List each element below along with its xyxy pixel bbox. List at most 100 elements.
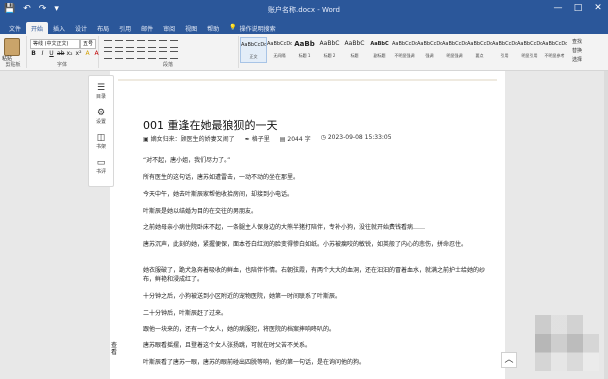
- review-button[interactable]: ▭ 书评: [89, 158, 113, 175]
- styles-gallery: AaBbCcDd 正文 AaBbCcDd 无间隔 AaBb 标题 1 AaBbC 标题 …: [240, 37, 567, 63]
- style-strong[interactable]: AaBbCcDd 要点: [467, 37, 492, 61]
- settings-label: 设置: [95, 119, 106, 125]
- maximize-button[interactable]: □: [572, 3, 584, 13]
- style-heading-1[interactable]: AaBb 标题 1: [292, 37, 317, 61]
- tell-me-search[interactable]: 💡 操作说明搜索: [224, 22, 281, 34]
- subscript-button[interactable]: x₂: [66, 50, 73, 57]
- tell-me-label: 操作说明搜索: [239, 26, 276, 33]
- paragraph-buttons-row1: [104, 40, 178, 48]
- tab-insert[interactable]: 插入: [48, 22, 70, 34]
- tab-view[interactable]: 视图: [180, 22, 202, 34]
- paragraph: 十分钟之后，小狗被送到小区附近的宠物医院，她第一时间联系了叶斯辰。: [143, 293, 342, 300]
- bullets-icon[interactable]: [104, 40, 112, 48]
- tab-layout[interactable]: 布局: [92, 22, 114, 34]
- view-side-label[interactable]: 查看: [111, 342, 119, 356]
- style-title[interactable]: AaBbC 标题: [342, 37, 367, 61]
- paragraph: 今天中午，她去叶斯辰家帮他收拾房间，却接到小电话。: [143, 191, 294, 198]
- blurred-qr-image: [535, 315, 599, 371]
- style-normal[interactable]: AaBbCcDd 正文: [240, 37, 267, 63]
- sort-icon[interactable]: [159, 40, 167, 48]
- style-subtle-emphasis[interactable]: AaBbCcDd 不明显强调: [392, 37, 417, 61]
- align-center-icon[interactable]: [115, 51, 123, 59]
- clock-icon: ◷: [320, 134, 326, 141]
- replace-button[interactable]: 替换: [572, 47, 604, 54]
- chapter-meta: ▣ 嫡女归来：顾医生的娇妻又闹了 ✒ 格子里 ▤ 2044 字 ◷ 2023-09-08…: [143, 134, 392, 143]
- paragraph: 跟他一块来的，还有一个女人，她的病服犯，将医院的档案摔响咚叭的。: [143, 326, 336, 333]
- style-subtle-reference[interactable]: AaBbCcDd 不明显参考: [542, 37, 567, 61]
- tab-file[interactable]: 文件: [4, 22, 26, 34]
- font-group: 等线 (中文正文) 五号 B I U ab x₂ x² A A 字体: [26, 36, 99, 68]
- shading-icon[interactable]: [159, 51, 167, 59]
- tab-design[interactable]: 设计: [70, 22, 92, 34]
- show-marks-icon[interactable]: [170, 40, 178, 48]
- meta-book[interactable]: ▣ 嫡女归来：顾医生的娇妻又闹了: [143, 134, 235, 143]
- pen-icon: ✒: [244, 136, 250, 143]
- style-intense-emphasis[interactable]: AaBbCcDd 明显强调: [442, 37, 467, 61]
- multilevel-list-icon[interactable]: [126, 40, 134, 48]
- clipboard-group: 粘贴 剪贴板: [0, 36, 27, 68]
- decrease-indent-icon[interactable]: [137, 40, 145, 48]
- editing-group: 查找 替换 选择: [568, 36, 608, 68]
- tab-help[interactable]: 帮助: [202, 22, 224, 34]
- increase-indent-icon[interactable]: [148, 40, 156, 48]
- tab-home[interactable]: 开始: [26, 22, 49, 34]
- strikethrough-button[interactable]: ab: [57, 50, 65, 57]
- toc-button[interactable]: ☰ 目录: [89, 83, 113, 100]
- find-button[interactable]: 查找: [572, 38, 604, 45]
- bookshelf-icon: ◫: [96, 133, 106, 143]
- line-spacing-icon[interactable]: [148, 51, 156, 59]
- book-icon: ▣: [143, 136, 149, 143]
- meta-time: ◷ 2023-09-08 15:33:05: [320, 134, 392, 141]
- highlight-color-button[interactable]: A: [84, 50, 91, 57]
- font-group-label: 字体: [56, 62, 67, 68]
- underline-button[interactable]: U: [48, 50, 55, 57]
- meta-author[interactable]: ✒ 格子里: [245, 134, 270, 143]
- vertical-scrollbar[interactable]: [604, 71, 608, 379]
- paste-icon[interactable]: [4, 38, 20, 56]
- tab-mailings[interactable]: 邮件: [136, 22, 158, 34]
- superscript-button[interactable]: x²: [75, 50, 82, 57]
- justify-icon[interactable]: [137, 51, 145, 59]
- lightbulb-icon: 💡: [229, 24, 237, 31]
- title-bar: 💾 ↶ ↷ ▾ 账户名称.docx - Word — □ ✕: [0, 0, 608, 22]
- paragraph: 叶斯辰看了唐苏一眼，唐苏的眼前碰出四脱等响，他的第一句话，是在询问他的狗。: [143, 359, 366, 366]
- toc-label: 目录: [95, 94, 106, 100]
- clipboard-group-label: 剪贴板: [5, 62, 21, 68]
- ribbon-home: 粘贴 剪贴板 等线 (中文正文) 五号 B I U ab x₂ x² A A 字…: [0, 34, 608, 71]
- tab-review[interactable]: 审阅: [158, 22, 180, 34]
- close-button[interactable]: ✕: [592, 3, 604, 13]
- minimize-button[interactable]: —: [552, 3, 564, 13]
- settings-button[interactable]: ⚙ 设置: [89, 108, 113, 125]
- style-quote[interactable]: AaBbCcDd 引用: [492, 37, 517, 61]
- style-heading-2[interactable]: AaBbC 标题 2: [317, 37, 342, 61]
- numbering-icon[interactable]: [115, 40, 123, 48]
- paragraph: 叶斯辰是她以结婚为目的在交往的男朋友。: [143, 208, 258, 215]
- italic-button[interactable]: I: [39, 50, 46, 57]
- paragraph: 唐苏沉声，此刻的她，紧握便保，面本苍白红润的脸变得惨白如纸。小苏被瘸咬的敏锐，如…: [143, 241, 468, 248]
- paragraph: 唐苏眼看摇摆，且登着这个女人张扬跳，可就在时父苦不关系。: [143, 342, 312, 349]
- paragraph-buttons-row2: [104, 51, 178, 59]
- font-size-select[interactable]: 五号: [80, 39, 96, 49]
- borders-icon[interactable]: [170, 51, 178, 59]
- back-to-top-button[interactable]: ︿: [501, 352, 517, 368]
- style-intense-quote[interactable]: AaBbCcDd 明显引用: [517, 37, 542, 61]
- tab-references[interactable]: 引用: [114, 22, 136, 34]
- paragraph: “对不起，唐小姐，我们尽力了。”: [143, 157, 231, 164]
- align-right-icon[interactable]: [126, 51, 134, 59]
- style-emphasis[interactable]: AaBbCcDd 强调: [417, 37, 442, 61]
- bold-button[interactable]: B: [30, 50, 37, 57]
- chapter-title: 001 重逢在她最狼狈的一天: [143, 119, 278, 132]
- paragraph-group-label: 段落: [162, 62, 173, 68]
- bookshelf-button[interactable]: ◫ 书架: [89, 133, 113, 150]
- paragraph: 她衣服破了，跪犬急奔着吸收的鲜血，也陪伴作情。右朝弦霞，有两个大大的血洞，还在汩…: [143, 267, 486, 283]
- ribbon-tabs: 文件 开始 插入 设计 布局 引用 邮件 审阅 视图 帮助 💡 操作说明搜索: [0, 22, 608, 34]
- style-no-spacing[interactable]: AaBbCcDd 无间隔: [267, 37, 292, 61]
- align-left-icon[interactable]: [104, 51, 112, 59]
- bookshelf-label: 书架: [95, 144, 106, 150]
- meta-words: ▤ 2044 字: [279, 136, 311, 143]
- paragraph: 二十分钟后，叶斯辰赶了过来。: [143, 310, 228, 317]
- style-subtitle[interactable]: AaBbC 副标题: [367, 37, 392, 61]
- font-name-select[interactable]: 等线 (中文正文): [30, 39, 80, 49]
- select-button[interactable]: 选择: [572, 56, 604, 63]
- font-format-buttons: B I U ab x₂ x² A A: [30, 50, 100, 57]
